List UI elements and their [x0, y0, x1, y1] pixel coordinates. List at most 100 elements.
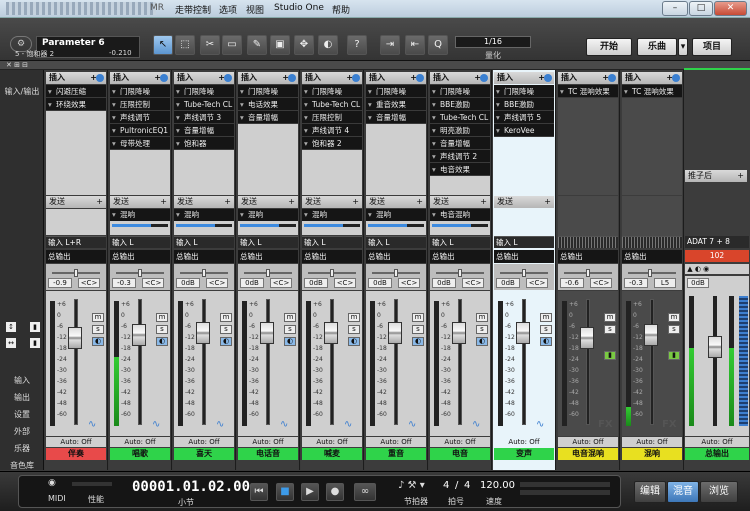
output-select[interactable]: 总输出 — [366, 250, 426, 263]
insert-slot[interactable]: 声线调节 — [110, 111, 170, 124]
send-add-icon[interactable]: + — [288, 196, 295, 208]
insert-slot[interactable]: 明亮激励 — [430, 124, 490, 137]
insert-header[interactable]: 插入 + — [366, 72, 426, 84]
mute-tool-icon[interactable]: ▣ — [270, 35, 290, 55]
automation-mode[interactable]: Auto: Off — [622, 437, 682, 447]
insert-slot[interactable]: 声线调节 4 — [302, 124, 362, 137]
monitor-button[interactable]: ◐ — [348, 337, 360, 346]
insert-slot[interactable]: KeroVee — [494, 124, 554, 137]
insert-slot[interactable]: 压限控制 — [110, 98, 170, 111]
automation-mode[interactable]: Auto: Off — [430, 437, 490, 447]
insert-header[interactable]: 插入 + — [238, 72, 298, 84]
loop-icon[interactable]: ∞ — [354, 483, 376, 501]
insert-slot[interactable]: Tube-Tech CL — [430, 111, 490, 124]
insert-header[interactable]: 插入 + — [622, 72, 682, 84]
power-icon[interactable] — [224, 74, 232, 82]
master-auto[interactable]: Auto: Off — [685, 437, 749, 447]
insert-slot[interactable]: 音量增幅 — [238, 111, 298, 124]
fx-active-button[interactable]: ▮ — [604, 351, 616, 360]
metronome-icon[interactable]: ♪ ⚒ ▾ — [398, 480, 425, 491]
input-select[interactable]: 输入 L — [238, 236, 298, 248]
insert-slot[interactable]: 电音效果 — [430, 163, 490, 176]
pan-readout[interactable]: <C> — [590, 278, 612, 288]
master-fader-cap[interactable] — [708, 336, 722, 358]
insert-slot[interactable]: 饱和器 — [174, 137, 234, 150]
input-select[interactable]: 输入 L — [302, 236, 362, 248]
rewind-icon[interactable]: ⏮ — [250, 483, 268, 501]
volume-readout[interactable]: 0dB — [176, 278, 200, 288]
insert-slot[interactable]: TC 混响效果 — [622, 85, 682, 98]
insert-slot[interactable]: Tube-Tech CL — [174, 98, 234, 111]
menu-transport[interactable]: 走带控制 — [175, 3, 211, 16]
fader-cap[interactable] — [132, 324, 146, 346]
pan-knob[interactable] — [394, 269, 398, 277]
nav-external[interactable]: 外部 — [0, 426, 44, 437]
send-header[interactable]: 发送 + — [430, 196, 490, 208]
send-add-icon[interactable]: + — [224, 196, 231, 208]
play-icon[interactable]: ▶ — [301, 483, 319, 501]
fader-cap[interactable] — [388, 322, 402, 344]
nav-sound-library[interactable]: 音色库 — [0, 460, 44, 471]
output-select[interactable]: 总输出 — [494, 250, 554, 263]
power-icon[interactable] — [160, 74, 168, 82]
insert-slot[interactable]: 音量增幅 — [430, 137, 490, 150]
view-edit-button[interactable]: 编辑 — [634, 481, 666, 503]
insert-header[interactable]: 插入 + — [46, 72, 106, 84]
monitor-button[interactable]: ◐ — [540, 337, 552, 346]
pan-readout[interactable]: L5 — [654, 278, 676, 288]
insert-header[interactable]: 插入 + — [558, 72, 618, 84]
send-level-bar[interactable] — [304, 224, 360, 227]
insert-slot[interactable]: 压限控制 — [302, 111, 362, 124]
solo-button[interactable]: s — [604, 325, 616, 334]
pan-knob[interactable] — [202, 269, 206, 277]
split-tool-icon[interactable]: ✂ — [200, 35, 220, 55]
menu-view[interactable]: 视图 — [246, 3, 264, 16]
send-header[interactable]: 发送 + — [366, 196, 426, 208]
fader-cap[interactable] — [324, 322, 338, 344]
mute-button[interactable]: m — [156, 313, 168, 322]
input-select[interactable]: 输入 L — [494, 236, 554, 248]
volume-readout[interactable]: 0dB — [304, 278, 328, 288]
track-name[interactable]: 电音 — [430, 448, 490, 460]
send-add-icon[interactable]: + — [480, 196, 487, 208]
insert-slot[interactable]: 门限降噪 — [302, 85, 362, 98]
fader-cap[interactable] — [580, 327, 594, 349]
track-name[interactable]: 混响 — [622, 448, 682, 460]
close-button[interactable]: ✕ — [714, 1, 747, 16]
track-name[interactable]: 电话音 — [238, 448, 298, 460]
pan-knob[interactable] — [266, 269, 270, 277]
solo-button[interactable]: s — [156, 325, 168, 334]
master-post-fader[interactable]: 推子后 + — [685, 170, 747, 182]
paint-tool-icon[interactable]: ✎ — [247, 35, 267, 55]
song-button[interactable]: 乐曲 — [637, 38, 677, 56]
io-label[interactable]: 输入/输出 — [0, 86, 44, 97]
output-select[interactable]: 总输出 — [622, 250, 682, 263]
input-select[interactable]: 输入 L — [110, 236, 170, 248]
solo-button[interactable]: s — [476, 325, 488, 334]
send-header[interactable]: 发送 + — [302, 196, 362, 208]
time-sig-bottom[interactable]: 4 — [464, 480, 470, 491]
pan-knob[interactable] — [522, 269, 526, 277]
automation-mode[interactable]: Auto: Off — [46, 437, 106, 447]
input-select[interactable]: 输入 L — [430, 236, 490, 248]
view-mix-button[interactable]: 混音 — [667, 481, 699, 503]
eraser-tool-icon[interactable]: ▭ — [222, 35, 242, 55]
volume-readout[interactable]: 0dB — [240, 278, 264, 288]
send-add-icon[interactable]: + — [352, 196, 359, 208]
output-select[interactable]: 总输出 — [46, 250, 106, 263]
pan-knob[interactable] — [458, 269, 462, 277]
automation-mode[interactable]: Auto: Off — [302, 437, 362, 447]
pan-knob[interactable] — [330, 269, 334, 277]
tempo-value[interactable]: 120.00 — [480, 480, 515, 491]
insert-slot[interactable]: 门限降噪 — [430, 85, 490, 98]
send-level-bar[interactable] — [240, 224, 296, 227]
mute-button[interactable]: m — [668, 313, 680, 322]
send-header[interactable]: 发送 + — [174, 196, 234, 208]
snap-icon[interactable]: ⇥ — [380, 35, 400, 55]
send-level-bar[interactable] — [368, 224, 424, 227]
input-select[interactable]: 输入 L — [174, 236, 234, 248]
send-level-bar[interactable] — [112, 224, 168, 227]
insert-slot[interactable]: 音量增幅 — [366, 111, 426, 124]
insert-slot[interactable]: 闪避压缩 — [46, 85, 106, 98]
fader-cap[interactable] — [516, 322, 530, 344]
